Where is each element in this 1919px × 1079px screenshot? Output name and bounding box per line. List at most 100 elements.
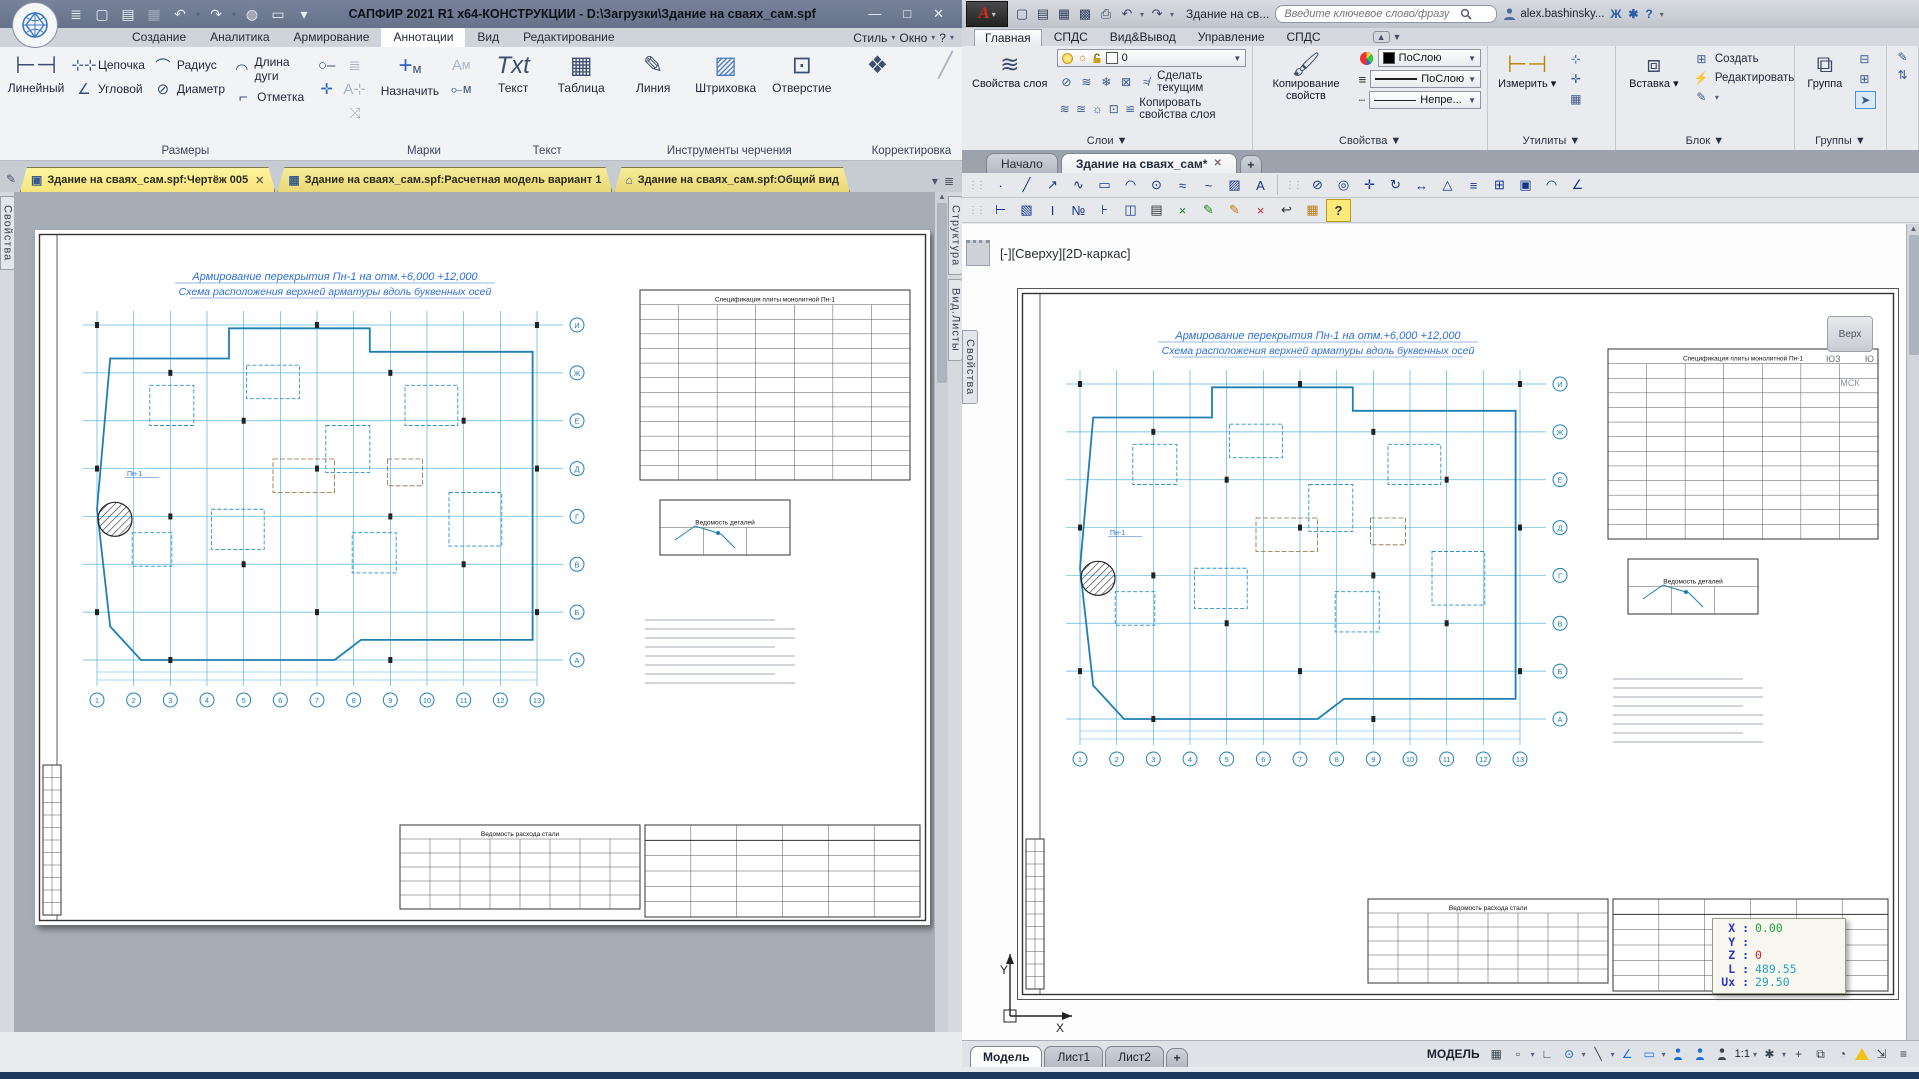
viewcube-ucs-label[interactable]: МСК — [1824, 378, 1876, 388]
hatch-tool-button[interactable]: ▨ Штриховка — [691, 49, 760, 99]
settings-gear-icon[interactable]: ✱ — [1760, 1045, 1779, 1064]
text-height-icon[interactable]: I — [1040, 199, 1065, 222]
node-snap-icon[interactable]: × — [1170, 199, 1195, 222]
measure-button[interactable]: ⊢⊣ Измерить ▾ — [1494, 49, 1560, 92]
group-order-icon[interactable]: ⇅ — [1893, 67, 1912, 83]
layer-isolate-icon[interactable]: ≋ — [1077, 74, 1095, 90]
ribbon-tab-аналитика[interactable]: Аналитика — [198, 28, 281, 47]
print-icon[interactable]: ⎙ — [1098, 4, 1114, 24]
dim-update-button[interactable]: ⤨ — [345, 103, 365, 123]
help-icon[interactable]: ? — [1645, 7, 1652, 21]
user-account[interactable]: alex.bashinsky... — [1503, 7, 1604, 21]
section-icon[interactable]: ◫ — [1118, 199, 1143, 222]
circle-icon[interactable]: ⊙ — [1144, 174, 1169, 197]
sapfir-drawing-canvas[interactable]: Армирование перекрытия Пн-1 на отм.+6,00… — [14, 192, 934, 1032]
bolt-icon[interactable]: ⊦ — [1092, 199, 1117, 222]
left-vertical-scrollbar[interactable]: ▲ — [934, 192, 949, 1032]
toolbar-grip[interactable]: ⋮⋮ — [968, 205, 984, 216]
panel-label-utilities[interactable]: Утилиты ▼ — [1488, 133, 1615, 150]
menu-list-icon[interactable]: ≡ — [1894, 1045, 1913, 1064]
make-current-button[interactable]: Сделать текущим — [1157, 70, 1246, 94]
hatch-icon[interactable]: ▨ — [1222, 174, 1247, 197]
polyline-edit-icon[interactable]: ↩ — [1274, 199, 1299, 222]
line-icon[interactable]: ╱ — [1014, 174, 1039, 197]
create-block-button[interactable]: Создать — [1715, 53, 1759, 65]
edit-block-button[interactable]: Редактировать — [1715, 72, 1794, 84]
menu-icon[interactable]: ≣ — [66, 4, 86, 24]
chamfer-icon[interactable]: ∠ — [1565, 174, 1590, 197]
panel-label-properties[interactable]: Свойства ▼ — [1253, 133, 1487, 150]
menu-?[interactable]: ? — [939, 31, 946, 45]
settings-gear-dropdown-icon[interactable]: ▾ — [1782, 1050, 1786, 1059]
doc-tab[interactable]: ▦Здание на сваях_сам.spf:Расчетная модел… — [277, 167, 612, 192]
menu-caret-icon[interactable]: ▾ — [891, 33, 895, 42]
layer-unlock2-icon[interactable]: ⊡ — [1107, 101, 1121, 117]
save-icon[interactable]: ▦ — [1056, 4, 1072, 24]
mark-text-button[interactable]: Aм — [451, 55, 471, 75]
open-folder-icon[interactable]: ▤ — [118, 4, 138, 24]
open-folder-icon[interactable]: ▤ — [1035, 4, 1051, 24]
rectangle-icon[interactable]: ▭ — [1092, 174, 1117, 197]
object-snap-dropdown-icon[interactable]: ▾ — [1611, 1050, 1615, 1059]
settings-icon[interactable]: ✱ — [1628, 7, 1638, 21]
scale-label-dropdown-icon[interactable]: ▾ — [1753, 1050, 1757, 1059]
diameter-dimension-button[interactable]: ⊘Диаметр — [153, 79, 225, 99]
menu-Окно[interactable]: Окно — [899, 31, 927, 45]
assign-mark-button[interactable]: +м Назначить — [377, 49, 443, 102]
dynamic-input-icon[interactable]: ▭ — [1640, 1045, 1659, 1064]
undo-dropdown-icon[interactable]: ▾ — [196, 10, 200, 19]
cad-file-tab[interactable]: Здание на сваях_сам*✕ — [1061, 153, 1237, 173]
block-library-icon[interactable]: ▤ — [1144, 199, 1169, 222]
array-icon[interactable]: ⊞ — [1487, 174, 1512, 197]
color-combo[interactable]: ПоСлою▼ — [1378, 49, 1481, 67]
mirror-icon[interactable]: △ — [1435, 174, 1460, 197]
cad-tab-СПДС[interactable]: СПДС — [1044, 29, 1098, 46]
edit-group-icon[interactable]: ✎ — [1893, 49, 1912, 65]
viewcube-top-face[interactable]: Верх — [1827, 316, 1873, 352]
warning-icon[interactable] — [1855, 1048, 1869, 1060]
mark-leader-button[interactable]: ⟜м — [451, 79, 471, 99]
save-block-icon[interactable]: ▦ — [1300, 199, 1325, 222]
level-mark-button[interactable]: ⌐Отметка — [233, 87, 309, 107]
text-icon[interactable]: A — [1248, 174, 1273, 197]
layer-select-combo[interactable]: ☼ 0 ▼ — [1057, 49, 1246, 67]
ribbon-tab-вид[interactable]: Вид — [465, 28, 511, 47]
opening-tool-button[interactable]: ⊡ Отверстие — [768, 49, 835, 99]
delete-attr-icon[interactable]: × — [1248, 199, 1273, 222]
add-icon[interactable]: + — [1789, 1045, 1808, 1064]
linear-dimension-button[interactable]: ⊢⊣ Линейный — [6, 49, 66, 99]
layer-thaw-icon[interactable]: ☼ — [1090, 101, 1104, 117]
polar-tracking-dropdown-icon[interactable]: ▾ — [1582, 1050, 1586, 1059]
tab-scroll-icon[interactable]: ▾ — [932, 174, 938, 188]
group-button[interactable]: ⧉ Группа — [1801, 49, 1849, 92]
viewport-label[interactable]: [-][Сверху][2D-каркас] — [1000, 246, 1131, 261]
axis-mark-button[interactable]: ✛ — [317, 79, 337, 99]
lineweight-icon[interactable]: ≡ — [1359, 72, 1367, 87]
panel-label-groups[interactable]: Группы ▼ — [1795, 133, 1886, 150]
cad-file-tab[interactable]: Начало — [986, 153, 1058, 173]
new-tab-button[interactable]: + — [1240, 155, 1262, 173]
arc-length-button[interactable]: ◠Длина дуги — [233, 55, 309, 83]
line-tool-button[interactable]: ✎ Линия — [623, 49, 683, 99]
move-icon[interactable]: ✛ — [1357, 174, 1382, 197]
cad-tab-Управление[interactable]: Управление — [1188, 29, 1275, 46]
lineweight-combo[interactable]: ПоСлою▼ — [1370, 70, 1481, 88]
measure-icon[interactable]: ▭ — [268, 4, 288, 24]
layer-lock-icon[interactable]: ⊠ — [1117, 74, 1135, 90]
spline-icon[interactable]: ~ — [1196, 174, 1221, 197]
scale-icon[interactable]: ▣ — [1513, 174, 1538, 197]
erase-icon[interactable]: ⊘ — [1305, 174, 1330, 197]
layer-walk-icon[interactable]: ≊ — [1074, 101, 1088, 117]
views-sheets-panel-tab[interactable]: Вид.Листы — [948, 279, 963, 361]
match-properties-button[interactable]: 🖌 Копирование свойств — [1259, 49, 1352, 104]
layer-on2-icon[interactable]: ≋ — [1057, 101, 1071, 117]
chain-dimension-button[interactable]: ⊹⊹Цепочка — [74, 55, 145, 75]
edit-pencil-icon[interactable]: ✎ — [2, 166, 20, 192]
ribbon-tab-армирование[interactable]: Армирование — [282, 28, 382, 47]
copy-layer-props-button[interactable]: Копировать свойства слоя — [1139, 97, 1246, 121]
menu-caret-icon[interactable]: ▾ — [950, 33, 954, 42]
cad-logo-icon[interactable]: A▾ — [966, 1, 1008, 27]
rotate-icon[interactable]: ↻ — [1383, 174, 1408, 197]
redo-dropdown-icon[interactable]: ▾ — [232, 10, 236, 19]
edit-table-icon[interactable]: ✎ — [1222, 199, 1247, 222]
